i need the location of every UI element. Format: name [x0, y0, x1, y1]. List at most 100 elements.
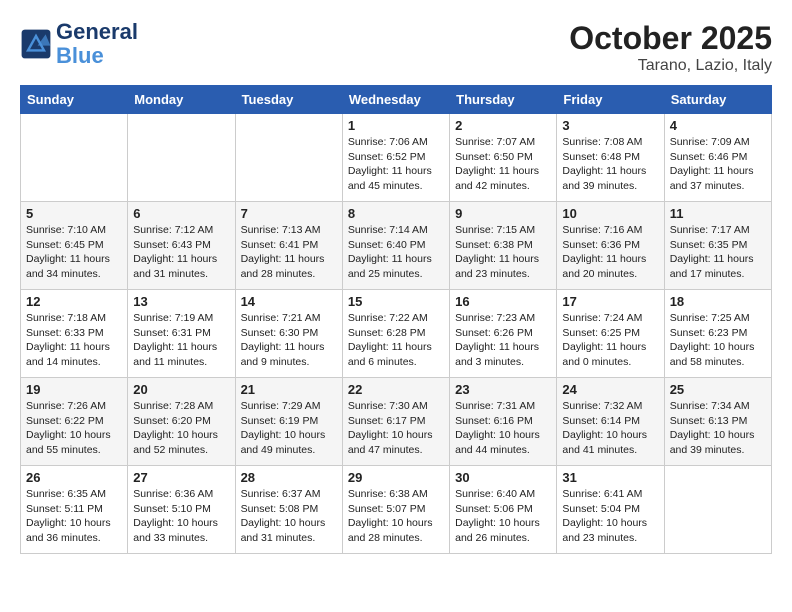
weekday-header-saturday: Saturday: [664, 86, 771, 114]
calendar-cell: 5Sunrise: 7:10 AMSunset: 6:45 PMDaylight…: [21, 202, 128, 290]
day-number: 7: [241, 206, 337, 221]
calendar-cell: 28Sunrise: 6:37 AMSunset: 5:08 PMDayligh…: [235, 466, 342, 554]
calendar-week-row: 5Sunrise: 7:10 AMSunset: 6:45 PMDaylight…: [21, 202, 772, 290]
calendar-table: SundayMondayTuesdayWednesdayThursdayFrid…: [20, 85, 772, 554]
day-number: 24: [562, 382, 658, 397]
day-info: Sunrise: 7:28 AMSunset: 6:20 PMDaylight:…: [133, 399, 229, 458]
calendar-cell: [235, 114, 342, 202]
weekday-header-wednesday: Wednesday: [342, 86, 449, 114]
day-info: Sunrise: 7:26 AMSunset: 6:22 PMDaylight:…: [26, 399, 122, 458]
weekday-header-thursday: Thursday: [450, 86, 557, 114]
calendar-cell: 19Sunrise: 7:26 AMSunset: 6:22 PMDayligh…: [21, 378, 128, 466]
day-number: 3: [562, 118, 658, 133]
calendar-cell: 16 Sunrise: 7:23 AMSunset: 6:26 PMDayligh…: [450, 290, 557, 378]
day-info: Sunrise: 6:36 AMSunset: 5:10 PMDaylight:…: [133, 487, 229, 546]
day-info: Sunrise: 7:24 AMSunset: 6:25 PMDaylight:…: [562, 311, 658, 370]
calendar-cell: 23 Sunrise: 7:31 AMSunset: 6:16 PMDayligh…: [450, 378, 557, 466]
calendar-cell: 11 Sunrise: 7:17 AMSunset: 6:35 PMDayligh…: [664, 202, 771, 290]
day-info: Sunrise: 7:31 AMSunset: 6:16 PMDaylight:…: [455, 399, 551, 458]
day-number: 11: [670, 206, 766, 221]
calendar-cell: 12Sunrise: 7:18 AMSunset: 6:33 PMDayligh…: [21, 290, 128, 378]
day-number: 8: [348, 206, 444, 221]
day-number: 29: [348, 470, 444, 485]
day-number: 26: [26, 470, 122, 485]
day-info: Sunrise: 7:13 AMSunset: 6:41 PMDaylight:…: [241, 223, 337, 282]
calendar-cell: 7 Sunrise: 7:13 AMSunset: 6:41 PMDaylight…: [235, 202, 342, 290]
calendar-cell: 2 Sunrise: 7:07 AMSunset: 6:50 PMDaylight…: [450, 114, 557, 202]
day-number: 4: [670, 118, 766, 133]
day-number: 13: [133, 294, 229, 309]
day-number: 23: [455, 382, 551, 397]
day-info: Sunrise: 7:23 AMSunset: 6:26 PMDaylight:…: [455, 311, 551, 370]
calendar-week-row: 19Sunrise: 7:26 AMSunset: 6:22 PMDayligh…: [21, 378, 772, 466]
day-info: Sunrise: 7:29 AMSunset: 6:19 PMDaylight:…: [241, 399, 337, 458]
day-number: 18: [670, 294, 766, 309]
calendar-cell: 27 Sunrise: 6:36 AMSunset: 5:10 PMDayligh…: [128, 466, 235, 554]
day-number: 25: [670, 382, 766, 397]
day-info: Sunrise: 6:38 AMSunset: 5:07 PMDaylight:…: [348, 487, 444, 546]
day-number: 15: [348, 294, 444, 309]
day-info: Sunrise: 6:41 AMSunset: 5:04 PMDaylight:…: [562, 487, 658, 546]
calendar-cell: [128, 114, 235, 202]
month-title: October 2025: [569, 20, 772, 57]
logo: GeneralBlue: [20, 20, 138, 68]
calendar-cell: 13 Sunrise: 7:19 AMSunset: 6:31 PMDayligh…: [128, 290, 235, 378]
day-info: Sunrise: 7:34 AMSunset: 6:13 PMDaylight:…: [670, 399, 766, 458]
day-number: 6: [133, 206, 229, 221]
day-number: 1: [348, 118, 444, 133]
day-number: 14: [241, 294, 337, 309]
calendar-cell: 31 Sunrise: 6:41 AMSunset: 5:04 PMDayligh…: [557, 466, 664, 554]
calendar-cell: 17 Sunrise: 7:24 AMSunset: 6:25 PMDayligh…: [557, 290, 664, 378]
day-info: Sunrise: 6:35 AMSunset: 5:11 PMDaylight:…: [26, 487, 122, 546]
day-info: Sunrise: 7:14 AMSunset: 6:40 PMDaylight:…: [348, 223, 444, 282]
calendar-cell: 9Sunrise: 7:15 AMSunset: 6:38 PMDaylight…: [450, 202, 557, 290]
day-info: Sunrise: 7:12 AMSunset: 6:43 PMDaylight:…: [133, 223, 229, 282]
day-number: 30: [455, 470, 551, 485]
day-number: 22: [348, 382, 444, 397]
day-number: 10: [562, 206, 658, 221]
calendar-cell: 18 Sunrise: 7:25 AMSunset: 6:23 PMDayligh…: [664, 290, 771, 378]
calendar-week-row: 26 Sunrise: 6:35 AMSunset: 5:11 PMDayligh…: [21, 466, 772, 554]
weekday-header-sunday: Sunday: [21, 86, 128, 114]
calendar-cell: 14 Sunrise: 7:21 AMSunset: 6:30 PMDayligh…: [235, 290, 342, 378]
calendar-cell: 24 Sunrise: 7:32 AMSunset: 6:14 PMDayligh…: [557, 378, 664, 466]
day-info: Sunrise: 7:18 AMSunset: 6:33 PMDaylight:…: [26, 311, 122, 370]
day-number: 31: [562, 470, 658, 485]
page-header: GeneralBlue October 2025 Tarano, Lazio, …: [20, 20, 772, 75]
day-info: Sunrise: 6:37 AMSunset: 5:08 PMDaylight:…: [241, 487, 337, 546]
day-info: Sunrise: 7:21 AMSunset: 6:30 PMDaylight:…: [241, 311, 337, 370]
logo-blue: Blue: [56, 43, 104, 68]
day-number: 27: [133, 470, 229, 485]
calendar-week-row: 12Sunrise: 7:18 AMSunset: 6:33 PMDayligh…: [21, 290, 772, 378]
weekday-header-tuesday: Tuesday: [235, 86, 342, 114]
calendar-cell: 21 Sunrise: 7:29 AMSunset: 6:19 PMDayligh…: [235, 378, 342, 466]
day-info: Sunrise: 7:19 AMSunset: 6:31 PMDaylight:…: [133, 311, 229, 370]
day-number: 16: [455, 294, 551, 309]
calendar-cell: 8 Sunrise: 7:14 AMSunset: 6:40 PMDaylight…: [342, 202, 449, 290]
day-info: Sunrise: 7:32 AMSunset: 6:14 PMDaylight:…: [562, 399, 658, 458]
calendar-week-row: 1Sunrise: 7:06 AMSunset: 6:52 PMDaylight…: [21, 114, 772, 202]
calendar-cell: 30 Sunrise: 6:40 AMSunset: 5:06 PMDayligh…: [450, 466, 557, 554]
calendar-cell: 3Sunrise: 7:08 AMSunset: 6:48 PMDaylight…: [557, 114, 664, 202]
title-block: October 2025 Tarano, Lazio, Italy: [569, 20, 772, 75]
day-number: 17: [562, 294, 658, 309]
calendar-cell: 29 Sunrise: 6:38 AMSunset: 5:07 PMDayligh…: [342, 466, 449, 554]
calendar-cell: 1Sunrise: 7:06 AMSunset: 6:52 PMDaylight…: [342, 114, 449, 202]
weekday-header-monday: Monday: [128, 86, 235, 114]
location: Tarano, Lazio, Italy: [569, 57, 772, 75]
calendar-cell: 22Sunrise: 7:30 AMSunset: 6:17 PMDayligh…: [342, 378, 449, 466]
day-info: Sunrise: 7:25 AMSunset: 6:23 PMDaylight:…: [670, 311, 766, 370]
day-info: Sunrise: 7:10 AMSunset: 6:45 PMDaylight:…: [26, 223, 122, 282]
calendar-cell: 25 Sunrise: 7:34 AMSunset: 6:13 PMDayligh…: [664, 378, 771, 466]
day-number: 21: [241, 382, 337, 397]
calendar-cell: 15 Sunrise: 7:22 AMSunset: 6:28 PMDayligh…: [342, 290, 449, 378]
day-info: Sunrise: 7:07 AMSunset: 6:50 PMDaylight:…: [455, 135, 551, 194]
day-info: Sunrise: 7:17 AMSunset: 6:35 PMDaylight:…: [670, 223, 766, 282]
day-number: 2: [455, 118, 551, 133]
calendar-cell: 10Sunrise: 7:16 AMSunset: 6:36 PMDayligh…: [557, 202, 664, 290]
calendar-cell: [21, 114, 128, 202]
day-number: 20: [133, 382, 229, 397]
day-info: Sunrise: 6:40 AMSunset: 5:06 PMDaylight:…: [455, 487, 551, 546]
logo-text: GeneralBlue: [56, 20, 138, 68]
day-info: Sunrise: 7:22 AMSunset: 6:28 PMDaylight:…: [348, 311, 444, 370]
